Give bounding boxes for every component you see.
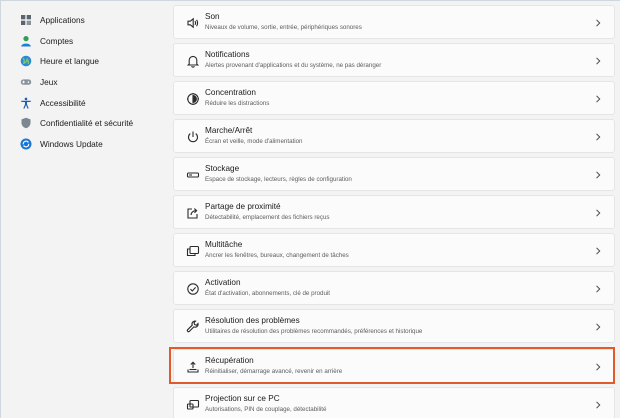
chevron-right-icon xyxy=(594,246,602,256)
settings-list: Son Niveaux de volume, sortie, entrée, p… xyxy=(173,1,615,418)
apps-icon xyxy=(20,14,32,26)
setting-multitasking[interactable]: Multitâche Ancrer les fenêtres, bureaux,… xyxy=(173,233,615,267)
recovery-icon xyxy=(186,360,200,374)
sidebar-item-label: Jeux xyxy=(40,77,58,88)
setting-title: Récupération xyxy=(205,356,254,365)
sidebar-item-accessibility[interactable]: Accessibilité xyxy=(1,92,167,113)
power-icon xyxy=(186,130,200,144)
storage-icon xyxy=(186,168,200,182)
setting-subtitle: État d'activation, abonnements, clé de p… xyxy=(205,289,331,297)
sidebar-item-label: Confidentialité et sécurité xyxy=(40,118,134,129)
chevron-right-icon xyxy=(594,170,602,180)
setting-title: Partage de proximité xyxy=(205,202,281,211)
setting-subtitle: Autorisations, PIN de couplage, détectab… xyxy=(205,405,327,413)
sidebar-item-label: Applications xyxy=(40,15,85,26)
setting-notifications[interactable]: Notifications Alertes provenant d'applic… xyxy=(173,43,615,77)
chevron-right-icon xyxy=(594,284,602,294)
chevron-right-icon xyxy=(594,18,602,28)
accessibility-icon xyxy=(20,97,32,109)
setting-subtitle: Écran et veille, mode d'alimentation xyxy=(205,137,303,145)
setting-title: Marche/Arrêt xyxy=(205,126,253,135)
setting-subtitle: Ancrer les fenêtres, bureaux, changement… xyxy=(205,251,349,259)
setting-title: Stockage xyxy=(205,164,240,173)
sidebar-item-privacy-security[interactable]: Confidentialité et sécurité xyxy=(1,113,167,134)
setting-activation[interactable]: Activation État d'activation, abonnement… xyxy=(173,271,615,305)
setting-nearby-sharing[interactable]: Partage de proximité Détectabilité, empl… xyxy=(173,195,615,229)
chevron-right-icon xyxy=(594,132,602,142)
shield-icon xyxy=(20,117,32,129)
setting-title: Résolution des problèmes xyxy=(205,316,300,325)
setting-subtitle: Espace de stockage, lecteurs, règles de … xyxy=(205,175,352,183)
globe-icon xyxy=(20,55,32,67)
setting-subtitle: Détectabilité, emplacement des fichiers … xyxy=(205,213,330,221)
sidebar-item-label: Accessibilité xyxy=(40,97,86,108)
chevron-right-icon xyxy=(594,56,602,66)
setting-troubleshoot[interactable]: Résolution des problèmes Utilitaires de … xyxy=(173,309,615,343)
setting-title: Son xyxy=(205,12,220,21)
share-icon xyxy=(186,206,200,220)
setting-storage[interactable]: Stockage Espace de stockage, lecteurs, r… xyxy=(173,157,615,191)
setting-title: Projection sur ce PC xyxy=(205,394,280,403)
focus-icon xyxy=(186,92,200,106)
speaker-icon xyxy=(186,16,200,30)
setting-subtitle: Réinitialiser, démarrage avancé, revenir… xyxy=(205,367,343,375)
accounts-icon xyxy=(20,35,32,47)
setting-title: Notifications xyxy=(205,50,250,59)
setting-subtitle: Utilitaires de résolution des problèmes … xyxy=(205,327,423,335)
sidebar-item-windows-update[interactable]: Windows Update xyxy=(1,134,167,155)
wrench-icon xyxy=(186,320,200,334)
sidebar-item-games[interactable]: Jeux xyxy=(1,72,167,93)
settings-window: Applications Comptes Heure et langue Jeu… xyxy=(0,0,620,418)
update-icon xyxy=(20,138,32,150)
setting-projection[interactable]: Projection sur ce PC Autorisations, PIN … xyxy=(173,387,615,418)
setting-sound[interactable]: Son Niveaux de volume, sortie, entrée, p… xyxy=(173,5,615,39)
setting-subtitle: Alertes provenant d'applications et du s… xyxy=(205,61,382,69)
bell-icon xyxy=(186,54,200,68)
chevron-right-icon xyxy=(594,322,602,332)
setting-title: Concentration xyxy=(205,88,256,97)
setting-subtitle: Niveaux de volume, sortie, entrée, périp… xyxy=(205,23,362,31)
chevron-right-icon xyxy=(594,208,602,218)
sidebar-item-time-language[interactable]: Heure et langue xyxy=(1,51,167,72)
setting-power[interactable]: Marche/Arrêt Écran et veille, mode d'ali… xyxy=(173,119,615,153)
sidebar-item-label: Windows Update xyxy=(40,138,103,149)
sidebar-item-applications[interactable]: Applications xyxy=(1,10,167,31)
chevron-right-icon xyxy=(594,400,602,410)
setting-subtitle: Réduire les distractions xyxy=(205,99,270,107)
gamepad-icon xyxy=(20,76,32,88)
sidebar-item-accounts[interactable]: Comptes xyxy=(1,31,167,52)
sidebar-item-label: Heure et langue xyxy=(40,56,100,67)
setting-recovery[interactable]: Récupération Réinitialiser, démarrage av… xyxy=(173,349,615,383)
chevron-right-icon xyxy=(594,362,602,372)
multitask-icon xyxy=(186,244,200,258)
check-circle-icon xyxy=(186,282,200,296)
setting-title: Activation xyxy=(205,278,241,287)
sidebar-item-label: Comptes xyxy=(40,35,74,46)
setting-title: Multitâche xyxy=(205,240,243,249)
chevron-right-icon xyxy=(594,94,602,104)
setting-focus[interactable]: Concentration Réduire les distractions xyxy=(173,81,615,115)
projection-icon xyxy=(186,398,200,412)
sidebar-nav: Applications Comptes Heure et langue Jeu… xyxy=(1,1,167,418)
